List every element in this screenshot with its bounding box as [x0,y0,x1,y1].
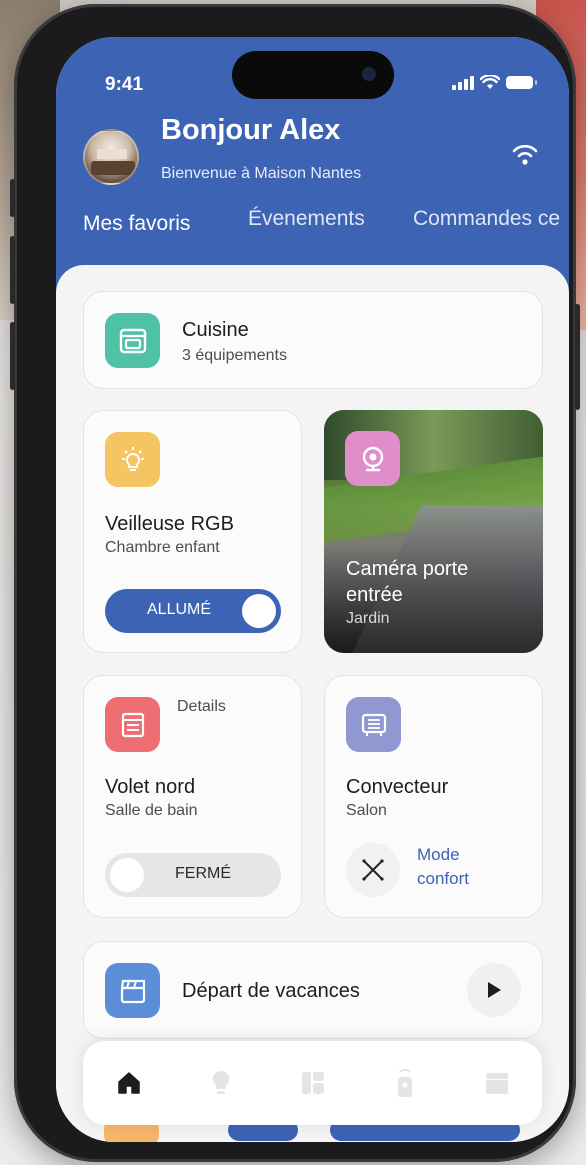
phone-frame: 9:41 Bonjour Alex Bienvenue à Maison Nan… [10,4,580,1162]
room-title: Cuisine [182,319,249,341]
remote-icon[interactable] [391,1068,419,1097]
shutter-icon [105,697,160,752]
play-button[interactable] [467,963,521,1017]
battery-icon [506,76,537,89]
volume-down-button [10,322,15,390]
room-card-cuisine[interactable]: Cuisine 3 équipements [83,291,543,389]
mute-switch [10,179,15,217]
app-screen: 9:41 Bonjour Alex Bienvenue à Maison Nan… [56,37,569,1142]
toggle-label: ALLUMÉ [147,601,212,618]
device-subtitle: Jardin [346,610,390,627]
dashboard-icon[interactable] [299,1069,327,1097]
avatar[interactable] [83,129,139,185]
wifi-icon[interactable] [511,142,539,166]
heater-icon [346,697,401,752]
status-time: 9:41 [105,74,144,95]
device-card-camera[interactable]: Caméra porte entrée Jardin [324,410,543,653]
clapperboard-icon [105,963,160,1018]
device-card-volet[interactable]: Details Volet nord Salle de bain FERMÉ [83,675,302,918]
scenario-card-vacances[interactable]: Départ de vacances [83,941,543,1039]
light-toggle[interactable]: ALLUMÉ [105,589,281,633]
mode-label[interactable]: Mode confort [417,843,497,891]
status-icons [452,75,537,90]
volume-up-button [10,236,15,304]
greeting-subtitle: Bienvenue à Maison Nantes [161,165,362,182]
fan-mode-icon [362,859,384,881]
device-card-convecteur[interactable]: Convecteur Salon Mode confort [324,675,543,918]
device-title: Convecteur [346,776,449,798]
room-subtitle: 3 équipements [182,347,287,364]
device-subtitle: Salle de bain [105,802,198,819]
home-icon[interactable] [115,1069,143,1097]
device-title: Veilleuse RGB [105,513,234,535]
front-camera [362,67,376,81]
device-subtitle: Chambre enfant [105,539,220,556]
wifi-status-icon [480,75,500,89]
device-title: Volet nord [105,776,196,798]
dynamic-island [232,51,394,99]
oven-icon [105,313,160,368]
shutter-toggle[interactable]: FERMÉ [105,853,281,897]
cellular-signal-icon [452,75,474,90]
power-button [575,304,580,410]
lightbulb-icon [105,432,160,487]
camera-icon [345,431,400,486]
device-subtitle: Salon [346,802,387,819]
device-card-veilleuse[interactable]: Veilleuse RGB Chambre enfant ALLUMÉ [83,410,302,653]
toggle-knob [110,858,144,892]
tab-commands[interactable]: Commandes ce [413,207,560,231]
device-title: Caméra porte entrée [346,558,469,606]
play-icon [488,982,501,998]
bottom-nav [83,1041,542,1125]
details-link[interactable]: Details [177,698,226,716]
toggle-knob [242,594,276,628]
scenario-title: Départ de vacances [182,980,360,1002]
clapperboard-icon[interactable] [483,1069,511,1097]
tab-favorites[interactable]: Mes favoris [83,212,190,236]
mode-button[interactable] [346,843,400,897]
greeting-title: Bonjour Alex [161,114,341,146]
lightbulb-icon[interactable] [207,1069,235,1097]
tab-events[interactable]: Évenements [248,207,365,231]
toggle-label: FERMÉ [175,865,231,882]
